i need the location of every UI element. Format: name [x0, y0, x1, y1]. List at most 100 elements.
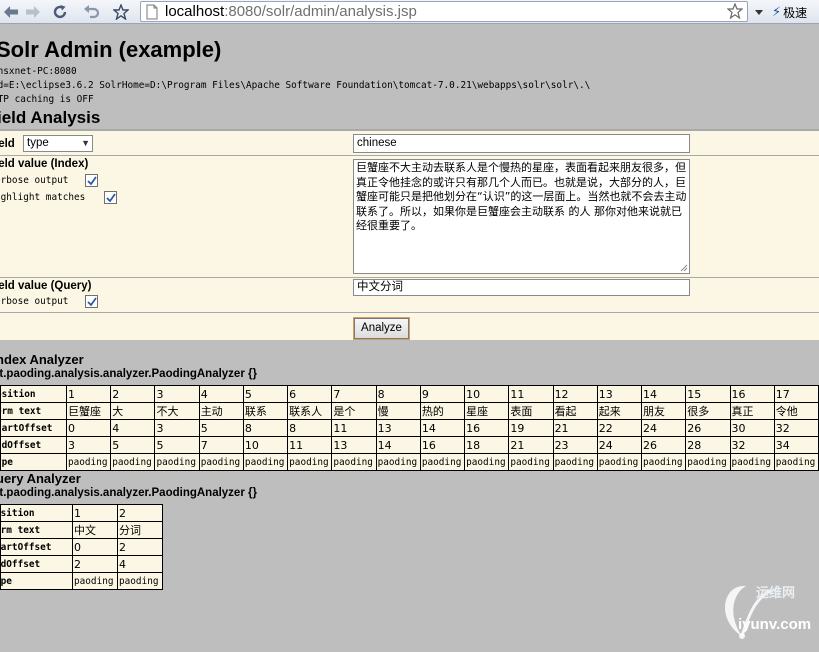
query-verbose-label: erbose output	[0, 296, 69, 307]
table-cell: 10	[242, 436, 289, 454]
analyze-button[interactable]: Analyze	[353, 317, 410, 340]
field-type-select[interactable]: type ▼	[23, 135, 93, 152]
table-cell: 热的	[419, 402, 466, 420]
speed-mode-button[interactable]: ⚡ 极速	[772, 1, 807, 23]
url-text: localhost:8080/solr/admin/analysis.jsp	[165, 3, 417, 20]
table-cell: 16	[464, 419, 510, 437]
row-header: osition	[0, 504, 73, 522]
end-offset-row: ndOffset 3 5 5 7 10 11 13 14 16 18 21 23 24 26 28 32 34	[0, 436, 819, 454]
table-cell: 1	[72, 504, 118, 522]
type-row: ypepaodingpaodingpaodingpaodingpaodingpa…	[0, 453, 819, 471]
table-cell: 不大	[154, 402, 200, 420]
table-cell: paoding	[287, 453, 333, 471]
row-divider	[0, 155, 819, 156]
table-cell: paoding	[508, 453, 554, 471]
table-cell: 15	[685, 385, 731, 403]
index-value-textarea[interactable]: 巨蟹座不大主动去联系人是个慢热的星座，表面看起来朋友很多，但真正令他挂念的或许只…	[353, 159, 690, 274]
table-cell: 朋友	[641, 402, 687, 420]
table-cell: 21	[552, 419, 598, 437]
table-cell: 4	[198, 385, 244, 403]
query-analysis-table: osition12erm text中文分词tartOffset02ndOffse…	[0, 504, 163, 590]
table-cell: 5	[154, 436, 200, 454]
index-verbose-label: erbose output	[0, 175, 69, 186]
back-arrow-icon[interactable]	[0, 1, 22, 23]
table-cell: 19	[508, 419, 554, 437]
row-header: ype	[0, 572, 73, 590]
table-cell: paoding	[729, 453, 775, 471]
row-divider	[0, 312, 819, 313]
query-analyzer-title: uery Analyzer	[0, 471, 81, 486]
table-cell: paoding	[375, 453, 421, 471]
table-cell: 是个	[331, 402, 377, 420]
table-cell: 8	[375, 385, 421, 403]
table-cell: paoding	[419, 453, 466, 471]
table-cell: 联系人	[287, 402, 333, 420]
table-cell: 3	[154, 419, 200, 437]
table-cell: paoding	[72, 572, 118, 590]
index-analysis-table: osition1234567891011121314151617erm text…	[0, 385, 819, 471]
index-analyzer-class: et.paoding.analysis.analyzer.PaodingAnal…	[0, 368, 257, 380]
cwd-info: wd=E:\eclipse3.6.2 SolrHome=D:\Program F…	[0, 80, 591, 91]
row-header: osition	[0, 385, 67, 403]
table-cell: 24	[641, 419, 687, 437]
start-offset-row: tartOffset 0 2	[0, 538, 163, 556]
page-title: Solr Admin (example)	[0, 37, 222, 62]
undo-icon[interactable]	[80, 1, 102, 23]
table-cell: 32	[729, 436, 775, 454]
table-cell: 真正	[729, 402, 775, 420]
table-cell: 11	[508, 385, 554, 403]
table-cell: paoding	[154, 453, 200, 471]
dropdown-caret-icon[interactable]	[752, 1, 766, 23]
table-cell: 14	[419, 419, 466, 437]
table-cell: 联系	[242, 402, 289, 420]
table-cell: 星座	[464, 402, 510, 420]
index-highlight-checkbox[interactable]	[104, 191, 117, 204]
table-cell: 8	[242, 419, 289, 437]
analysis-form: ield type ▼ chinese ield value (Index) e…	[0, 129, 819, 340]
resize-grip-icon[interactable]	[680, 264, 688, 272]
table-cell: 13	[375, 419, 421, 437]
address-bar[interactable]: localhost:8080/solr/admin/analysis.jsp	[140, 1, 748, 22]
browser-toolbar: localhost:8080/solr/admin/analysis.jsp ⚡…	[0, 0, 819, 24]
page-icon	[145, 4, 159, 24]
page-content: Solr Admin (example) ansxnet-PC:8080 wd=…	[0, 25, 819, 639]
table-cell: 2	[110, 385, 156, 403]
table-cell: paoding	[552, 453, 598, 471]
lightning-icon: ⚡	[772, 4, 782, 20]
chevron-down-icon: ▼	[81, 138, 90, 148]
watermark-cn: 运维网	[756, 586, 796, 601]
table-cell: 30	[729, 419, 775, 437]
table-cell: paoding	[596, 453, 643, 471]
index-verbose-checkbox[interactable]	[85, 174, 98, 187]
forward-arrow-icon[interactable]	[22, 1, 44, 23]
table-cell: 5	[110, 436, 156, 454]
table-cell: 13	[331, 436, 377, 454]
reload-icon[interactable]	[49, 1, 71, 23]
table-cell: 7	[198, 436, 244, 454]
table-cell: paoding	[464, 453, 510, 471]
row-header: tartOffset	[0, 538, 73, 556]
query-value-label: ield value (Query)	[0, 280, 92, 292]
table-cell: 主动	[198, 402, 244, 420]
table-cell: 很多	[685, 402, 731, 420]
watermark-logo: 运维网 iyunv.com	[712, 580, 812, 648]
table-cell: 28	[685, 436, 731, 454]
table-cell: 中文	[72, 521, 118, 539]
table-cell: 4	[117, 555, 163, 573]
table-cell: 13	[596, 385, 643, 403]
table-cell: 4	[110, 419, 156, 437]
table-cell: 24	[596, 436, 643, 454]
query-value-textarea[interactable]: 中文分词	[353, 279, 690, 296]
table-cell: paoding	[641, 453, 687, 471]
table-cell: 18	[464, 436, 510, 454]
bookmark-star-icon[interactable]	[110, 1, 132, 23]
bookmark-page-star-icon[interactable]	[726, 2, 744, 23]
cache-info: TTP caching is OFF	[0, 94, 94, 105]
query-verbose-checkbox[interactable]	[85, 295, 98, 308]
row-header: tartOffset	[0, 419, 67, 437]
field-name-input[interactable]: chinese	[353, 134, 690, 153]
table-cell: 表面	[508, 402, 554, 420]
table-cell: 11	[287, 436, 333, 454]
table-cell: 1	[65, 385, 112, 403]
table-cell: paoding	[117, 572, 163, 590]
